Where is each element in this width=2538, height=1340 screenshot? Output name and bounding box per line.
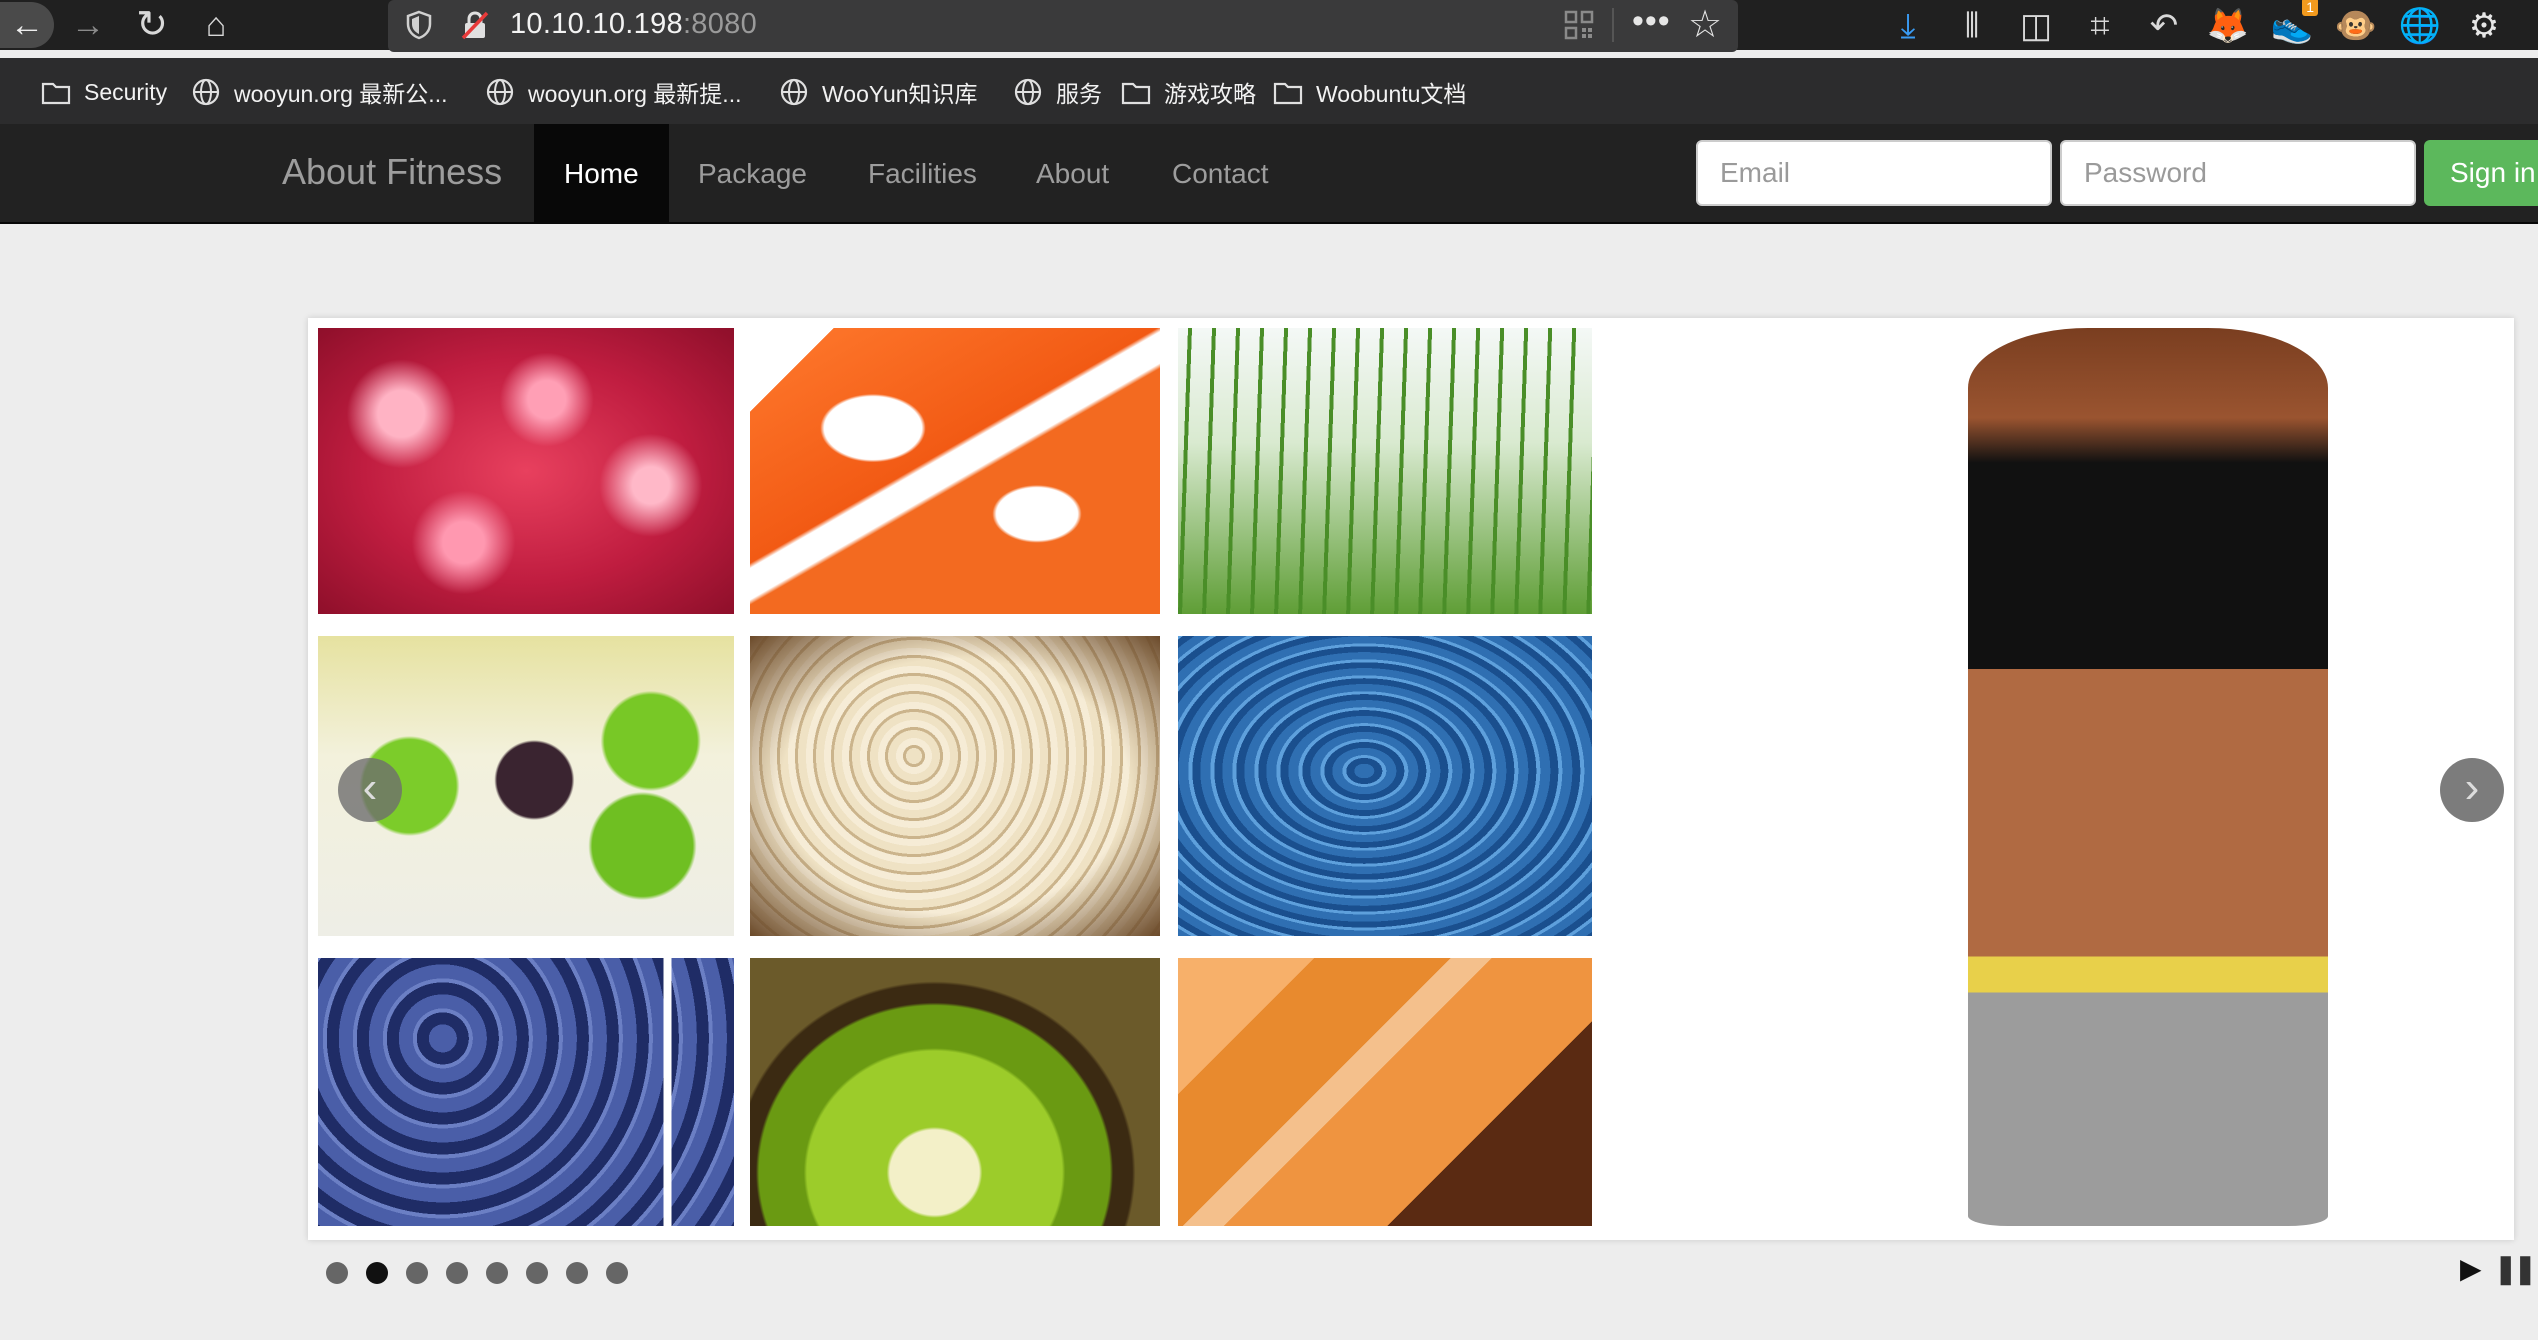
url-separator bbox=[1612, 8, 1614, 42]
carousel-dot[interactable] bbox=[366, 1262, 388, 1284]
bookmarks-bar: Security wooyun.org 最新公... wooyun.org 最新提.… bbox=[0, 58, 2538, 128]
nav-item-package[interactable]: Package bbox=[668, 124, 837, 224]
back-button[interactable]: ← bbox=[0, 2, 54, 48]
bookmark-label: 游戏攻略 bbox=[1164, 81, 1256, 107]
monkey-extension-icon[interactable]: 🐵 bbox=[2334, 4, 2378, 48]
bookmark-label: WooYun知识库 bbox=[822, 81, 978, 107]
forward-button[interactable]: → bbox=[64, 2, 112, 48]
barley-image bbox=[750, 636, 1160, 936]
image-carousel: ‹ › bbox=[308, 318, 2514, 1240]
bookmark-item[interactable]: wooyun.org 最新公... bbox=[190, 72, 447, 112]
undo-icon[interactable]: ↶ bbox=[2142, 4, 2186, 48]
reload-button[interactable]: ↻ bbox=[128, 2, 176, 48]
gear-icon[interactable]: ⚙ bbox=[2462, 4, 2506, 48]
url-text[interactable]: 10.10.10.198:8080 bbox=[510, 8, 757, 41]
folder-icon bbox=[1121, 82, 1151, 105]
url-bar[interactable]: 10.10.10.198:8080 ••• ☆ bbox=[388, 0, 1738, 52]
bookmark-star-icon[interactable]: ☆ bbox=[1688, 2, 1722, 47]
raspberry-image bbox=[318, 328, 734, 614]
url-host: 10.10.10.198 bbox=[510, 8, 683, 40]
email-field[interactable] bbox=[1696, 140, 2052, 206]
bookmark-label: 服务 bbox=[1056, 81, 1102, 107]
folder-icon bbox=[41, 82, 71, 105]
carousel-dot[interactable] bbox=[526, 1262, 548, 1284]
sign-in-button[interactable]: Sign in bbox=[2424, 140, 2538, 206]
browser-toolbar: ← → ↻ ⌂ 10.10.10.198:8080 ••• ☆ ⤓ ⫴ ◫ ⌗ ↶ 🦊 👟 1… bbox=[0, 0, 2538, 52]
library-icon[interactable]: ⫴ bbox=[1950, 4, 1994, 48]
bookmark-label: wooyun.org 最新提... bbox=[528, 81, 742, 107]
carousel-next-button[interactable]: › bbox=[2440, 758, 2504, 822]
melon-image bbox=[1178, 958, 1592, 1226]
password-field[interactable] bbox=[2060, 140, 2416, 206]
nav-item-about[interactable]: About bbox=[1006, 124, 1139, 224]
sidebar-icon[interactable]: ◫ bbox=[2014, 4, 2058, 48]
bookmark-label: Security bbox=[84, 78, 168, 105]
url-port: :8080 bbox=[682, 8, 758, 40]
fox-extension-icon[interactable]: 🦊 bbox=[2206, 4, 2250, 48]
carousel-dot[interactable] bbox=[486, 1262, 508, 1284]
play-button[interactable]: ▶ bbox=[2460, 1252, 2482, 1285]
nav-item-home[interactable]: Home bbox=[534, 124, 669, 224]
bookmark-item[interactable]: 服务 bbox=[1012, 72, 1102, 112]
more-actions-icon[interactable]: ••• bbox=[1632, 2, 1671, 41]
carousel-prev-button[interactable]: ‹ bbox=[338, 758, 402, 822]
carousel-dot[interactable] bbox=[326, 1262, 348, 1284]
nav-item-facilities[interactable]: Facilities bbox=[838, 124, 1007, 224]
carousel-dot[interactable] bbox=[606, 1262, 628, 1284]
folder-icon bbox=[1273, 82, 1303, 105]
bookmark-item[interactable]: Woobuntu文档 bbox=[1272, 72, 1466, 112]
salmon-image bbox=[750, 328, 1160, 614]
carousel-dot[interactable] bbox=[446, 1262, 468, 1284]
wheatgrass-image bbox=[1178, 328, 1592, 614]
brand-title[interactable]: About Fitness bbox=[282, 151, 502, 193]
blueberries-image bbox=[318, 958, 734, 1226]
shield-icon[interactable] bbox=[406, 10, 432, 40]
kiwi-image bbox=[750, 958, 1160, 1226]
globe-icon bbox=[1014, 78, 1042, 106]
download-icon[interactable]: ⤓ bbox=[1886, 4, 1930, 48]
crop-icon[interactable]: ⌗ bbox=[2078, 4, 2122, 48]
bookmark-item[interactable]: 游戏攻略 bbox=[1120, 72, 1256, 112]
nav-item-contact[interactable]: Contact bbox=[1142, 124, 1299, 224]
carousel-indicators bbox=[326, 1262, 646, 1284]
water-ripple-image bbox=[1178, 636, 1592, 936]
qr-code-icon[interactable] bbox=[1564, 10, 1594, 40]
globe-icon bbox=[486, 78, 514, 106]
bookmark-item[interactable]: Security bbox=[40, 72, 167, 112]
carousel-dot[interactable] bbox=[406, 1262, 428, 1284]
bookmark-item[interactable]: wooyun.org 最新提... bbox=[484, 72, 741, 112]
fitness-woman-image bbox=[1968, 328, 2328, 1226]
insecure-lock-icon[interactable] bbox=[460, 10, 490, 40]
globe-icon bbox=[192, 78, 220, 106]
globe-icon bbox=[780, 78, 808, 106]
bookmark-label: Woobuntu文档 bbox=[1316, 81, 1467, 107]
sneaker-extension-icon[interactable]: 👟 bbox=[2270, 4, 2314, 48]
pause-button[interactable]: ❚❚ bbox=[2494, 1252, 2537, 1285]
bookmark-label: wooyun.org 最新公... bbox=[234, 81, 448, 107]
bookmark-item[interactable]: WooYun知识库 bbox=[778, 72, 978, 112]
home-button[interactable]: ⌂ bbox=[192, 2, 240, 48]
site-navbar: About Fitness Home Package Facilities About… bbox=[0, 124, 2538, 224]
carousel-dot[interactable] bbox=[566, 1262, 588, 1284]
globe-extension-icon[interactable]: 🌐 bbox=[2398, 4, 2442, 48]
